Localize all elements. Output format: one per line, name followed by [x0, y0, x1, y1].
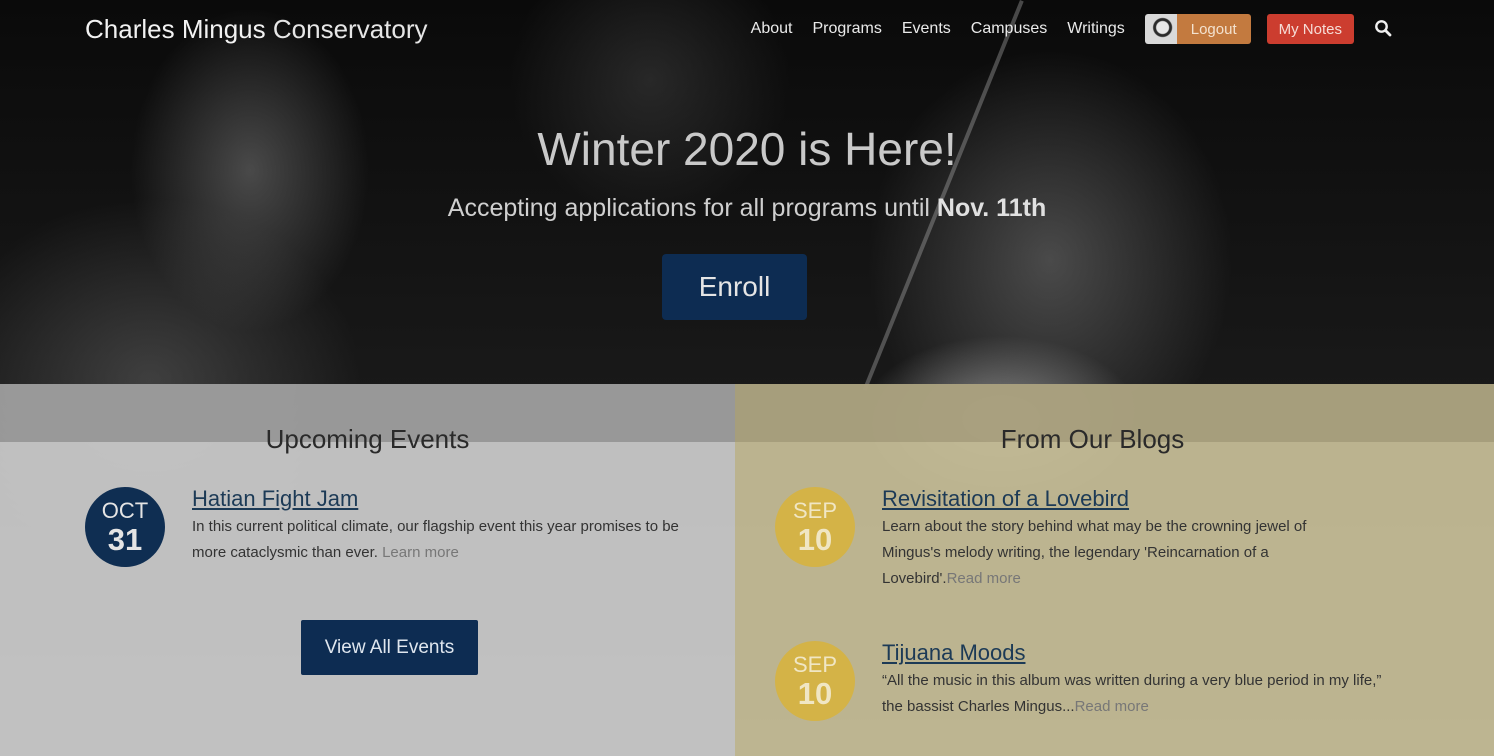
nav-link-programs[interactable]: Programs	[812, 20, 881, 38]
blog-excerpt: “All the music in this album was written…	[882, 668, 1392, 720]
hero-subtitle: Accepting applications for all programs …	[0, 194, 1494, 223]
event-day: 31	[107, 521, 143, 557]
blog-read-more-link[interactable]: Read more	[947, 570, 1021, 587]
search-icon[interactable]	[1374, 19, 1394, 39]
view-all-events-button[interactable]: View All Events	[301, 620, 478, 675]
nav-link-events[interactable]: Events	[902, 20, 951, 38]
nav-link-campuses[interactable]: Campuses	[971, 20, 1047, 38]
my-notes-button[interactable]: My Notes	[1266, 14, 1354, 44]
avatar	[1144, 14, 1177, 44]
blog-day: 10	[797, 521, 833, 557]
blog-month: SEP	[792, 497, 838, 523]
blog-title-link[interactable]: Revisitation of a Lovebird	[882, 486, 1129, 512]
blog-read-more-link[interactable]: Read more	[1075, 698, 1149, 715]
event-month: OCT	[101, 497, 149, 523]
main-nav: About Programs Events Campuses Writings …	[731, 14, 1394, 44]
blogs-heading: From Our Blogs	[1000, 424, 1185, 454]
events-heading: Upcoming Events	[265, 424, 470, 454]
upcoming-events-panel: Upcoming Events OCT 31 Hatian Fight Jam …	[0, 384, 735, 756]
nav-link-writings[interactable]: Writings	[1067, 20, 1125, 38]
site-brand[interactable]: Charles Mingus Conservatory	[85, 14, 428, 45]
hero-subtitle-text: Accepting applications for all programs …	[447, 194, 930, 222]
hero-title: Winter 2020 is Here!	[537, 123, 957, 175]
nav-link-about[interactable]: About	[751, 20, 793, 38]
event-title-link[interactable]: Hatian Fight Jam	[192, 486, 358, 512]
logout-button[interactable]: Logout	[1176, 14, 1251, 44]
hero-subtitle-date: Nov. 11th	[936, 194, 1047, 222]
logout-group[interactable]: Logout	[1144, 14, 1251, 44]
blog-date-badge: SEP 10	[775, 487, 855, 567]
brand-name: Charles Mingus	[85, 14, 266, 44]
blog-date-badge: SEP 10	[775, 641, 855, 721]
blog-day: 10	[797, 675, 833, 711]
event-description: In this current political climate, our f…	[192, 514, 702, 566]
event-learn-more-link[interactable]: Learn more	[382, 544, 459, 561]
blog-month: SEP	[792, 651, 838, 677]
brand-suffix: Conservatory	[272, 14, 428, 44]
blogs-panel: From Our Blogs SEP 10 Revisitation of a …	[735, 384, 1494, 756]
blog-excerpt: Learn about the story behind what may be…	[882, 514, 1352, 592]
blog-title-link[interactable]: Tijuana Moods	[882, 640, 1025, 666]
event-date-badge: OCT 31	[85, 487, 165, 567]
enroll-button[interactable]: Enroll	[662, 254, 807, 320]
